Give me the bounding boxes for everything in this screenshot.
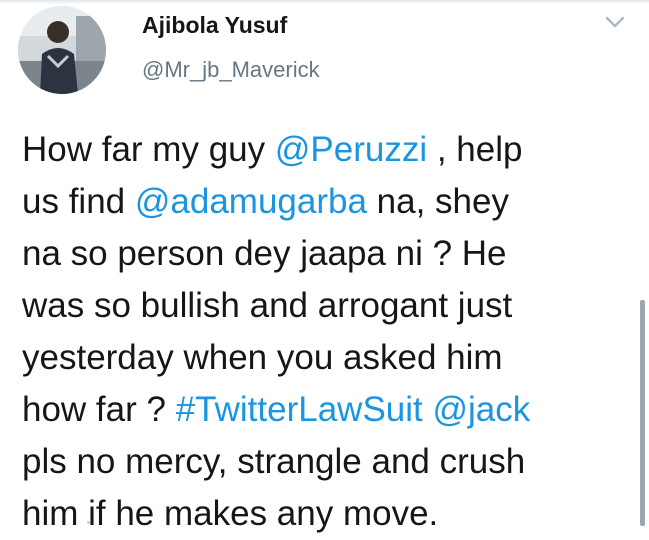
user-handle[interactable]: @Mr_jb_Maverick — [142, 57, 320, 83]
tweet-text-segment: , help — [427, 130, 523, 169]
scrollbar[interactable] — [640, 300, 645, 526]
tweet-text-segment: how far ? — [22, 390, 176, 429]
top-divider — [0, 0, 649, 4]
tweet-text-segment: was so bullish and arrogant just — [22, 286, 513, 325]
tweet-text-line: us find @adamugarba na, shey — [22, 176, 622, 228]
tweet-text-segment — [423, 390, 433, 429]
tweet-text-segment: How far my guy — [22, 130, 275, 169]
tweet-text-segment: yesterday when you asked him — [22, 338, 503, 377]
mention-link[interactable]: @jack — [433, 390, 531, 429]
tweet-text-line: na so person dey jaapa ni ? He — [22, 228, 622, 280]
tweet-text-line: was so bullish and arrogant just — [22, 280, 622, 332]
chevron-down-icon — [605, 16, 625, 28]
tweet-text-line: yesterday when you asked him — [22, 332, 622, 384]
tweet-text-segment: na, shey — [366, 182, 509, 221]
tweet-text-line: How far my guy @Peruzzi , help — [22, 124, 622, 176]
divider-dot — [87, 521, 90, 524]
hashtag-link[interactable]: #TwitterLawSuit — [176, 390, 423, 429]
tweet-text-line: how far ? #TwitterLawSuit @jack — [22, 384, 622, 436]
tweet-menu-button[interactable] — [600, 10, 630, 34]
display-name[interactable]: Ajibola Yusuf — [142, 12, 287, 39]
mention-link[interactable]: @adamugarba — [135, 182, 367, 221]
tweet-text-segment: pls no mercy, strangle and crush — [22, 442, 526, 481]
tweet-text-line: pls no mercy, strangle and crush — [22, 436, 622, 488]
tweet-card: Ajibola Yusuf @Mr_jb_Maverick How far my… — [0, 0, 649, 533]
mention-link[interactable]: @Peruzzi — [275, 130, 427, 169]
tweet-text-segment: him if he makes any move. — [22, 494, 439, 533]
tweet-text-segment: na so person dey jaapa ni ? He — [22, 234, 507, 273]
tweet-text-line: him if he makes any move. — [22, 488, 622, 540]
avatar[interactable] — [18, 6, 106, 94]
tweet-text: How far my guy @Peruzzi , help us find @a… — [22, 124, 622, 540]
tweet-text-segment: us find — [22, 182, 135, 221]
profile-photo-icon — [18, 6, 106, 94]
